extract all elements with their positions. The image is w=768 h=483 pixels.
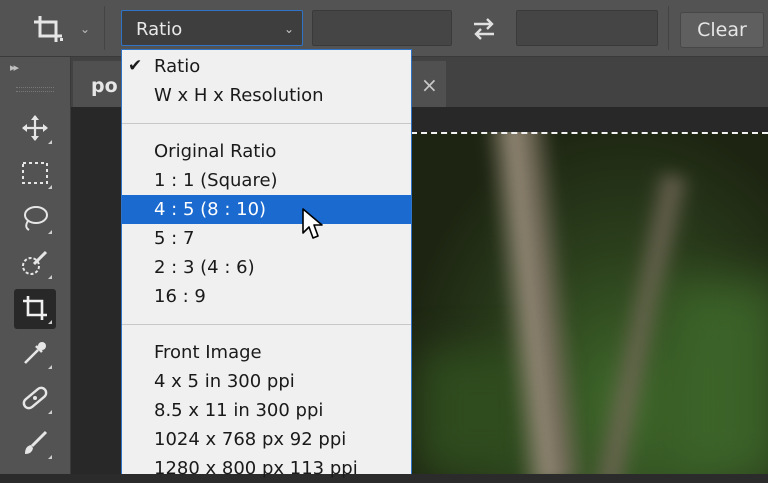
- crop-tool[interactable]: [14, 289, 56, 329]
- checkmark-icon: ✔: [128, 56, 143, 76]
- tools-panel: ▸▸: [0, 57, 71, 474]
- menu-separator: [122, 123, 411, 124]
- menu-item-label: W x H x Resolution: [154, 85, 324, 106]
- crop-icon: [23, 296, 47, 320]
- menu-item[interactable]: ✔ Ratio: [122, 52, 411, 81]
- chevron-down-icon: ⌄: [283, 22, 294, 36]
- rect-marquee-icon: [22, 162, 48, 184]
- menu-item[interactable]: 16 : 9: [122, 282, 411, 311]
- menu-item[interactable]: Front Image: [122, 338, 411, 367]
- height-input[interactable]: [516, 10, 658, 46]
- menu-item[interactable]: 1 : 1 (Square): [122, 166, 411, 195]
- collapse-panel-icon[interactable]: ▸▸: [10, 61, 19, 74]
- menu-item-label: 16 : 9: [154, 286, 206, 307]
- menu-item[interactable]: 4 : 5 (8 : 10): [122, 195, 411, 224]
- menu-item-label: 8.5 x 11 in 300 ppi: [154, 400, 324, 421]
- menu-item[interactable]: 5 : 7: [122, 224, 411, 253]
- quick-selection-tool[interactable]: [14, 244, 56, 284]
- swap-arrows-icon[interactable]: [470, 15, 498, 43]
- menu-item[interactable]: 1280 x 800 px 113 ppi: [122, 454, 411, 483]
- menu-item-label: Original Ratio: [154, 141, 277, 162]
- menu-item[interactable]: 1024 x 768 px 92 ppi: [122, 425, 411, 454]
- menu-item[interactable]: 8.5 x 11 in 300 ppi: [122, 396, 411, 425]
- eyedropper-icon: [24, 342, 46, 364]
- menu-item-label: Ratio: [154, 56, 201, 77]
- move-tool[interactable]: [14, 109, 56, 149]
- menu-item[interactable]: 2 : 3 (4 : 6): [122, 253, 411, 282]
- clear-button[interactable]: Clear: [680, 12, 764, 48]
- crop-boundary[interactable]: [411, 132, 768, 134]
- document-tab-name: po: [91, 75, 118, 97]
- divider: [104, 6, 105, 50]
- brush-icon: [25, 430, 48, 454]
- menu-item-label: 1024 x 768 px 92 ppi: [154, 429, 347, 450]
- menu-separator: [122, 324, 411, 325]
- crop-ratio-dropdown-menu: ✔ Ratio W x H x Resolution Original Ratio 1 …: [121, 49, 412, 479]
- quick-selection-icon: [22, 250, 48, 275]
- menu-item-label: 1 : 1 (Square): [154, 170, 278, 191]
- menu-item-label: 4 : 5 (8 : 10): [154, 199, 267, 220]
- marquee-tool[interactable]: [14, 154, 56, 194]
- width-input[interactable]: [312, 10, 452, 46]
- menu-item-label: Front Image: [154, 342, 262, 363]
- mouse-cursor-icon: [301, 207, 327, 241]
- lasso-icon: [24, 206, 48, 231]
- healing-brush-tool[interactable]: [14, 379, 56, 419]
- crop-ratio-select-label: Ratio: [136, 19, 183, 40]
- bandage-icon: [22, 386, 48, 410]
- crop-ratio-select[interactable]: Ratio ⌄: [121, 10, 303, 46]
- menu-item[interactable]: 4 x 5 in 300 ppi: [122, 367, 411, 396]
- menu-item-label: 1280 x 800 px 113 ppi: [154, 458, 358, 479]
- move-icon: [22, 115, 48, 141]
- menu-item-label: 4 x 5 in 300 ppi: [154, 371, 295, 392]
- brush-tool[interactable]: [14, 424, 56, 464]
- close-icon[interactable]: ×: [421, 73, 438, 97]
- menu-item[interactable]: Original Ratio: [122, 137, 411, 166]
- menu-item[interactable]: W x H x Resolution: [122, 81, 411, 110]
- eyedropper-tool[interactable]: [14, 334, 56, 374]
- chevron-down-icon[interactable]: ⌄: [80, 22, 90, 36]
- document-image[interactable]: [411, 132, 768, 474]
- menu-item-label: 5 : 7: [154, 228, 195, 249]
- crop-icon[interactable]: [32, 12, 70, 46]
- menu-item-label: 2 : 3 (4 : 6): [154, 257, 255, 278]
- panel-grip[interactable]: [16, 87, 54, 92]
- divider: [668, 6, 669, 50]
- lasso-tool[interactable]: [14, 199, 56, 239]
